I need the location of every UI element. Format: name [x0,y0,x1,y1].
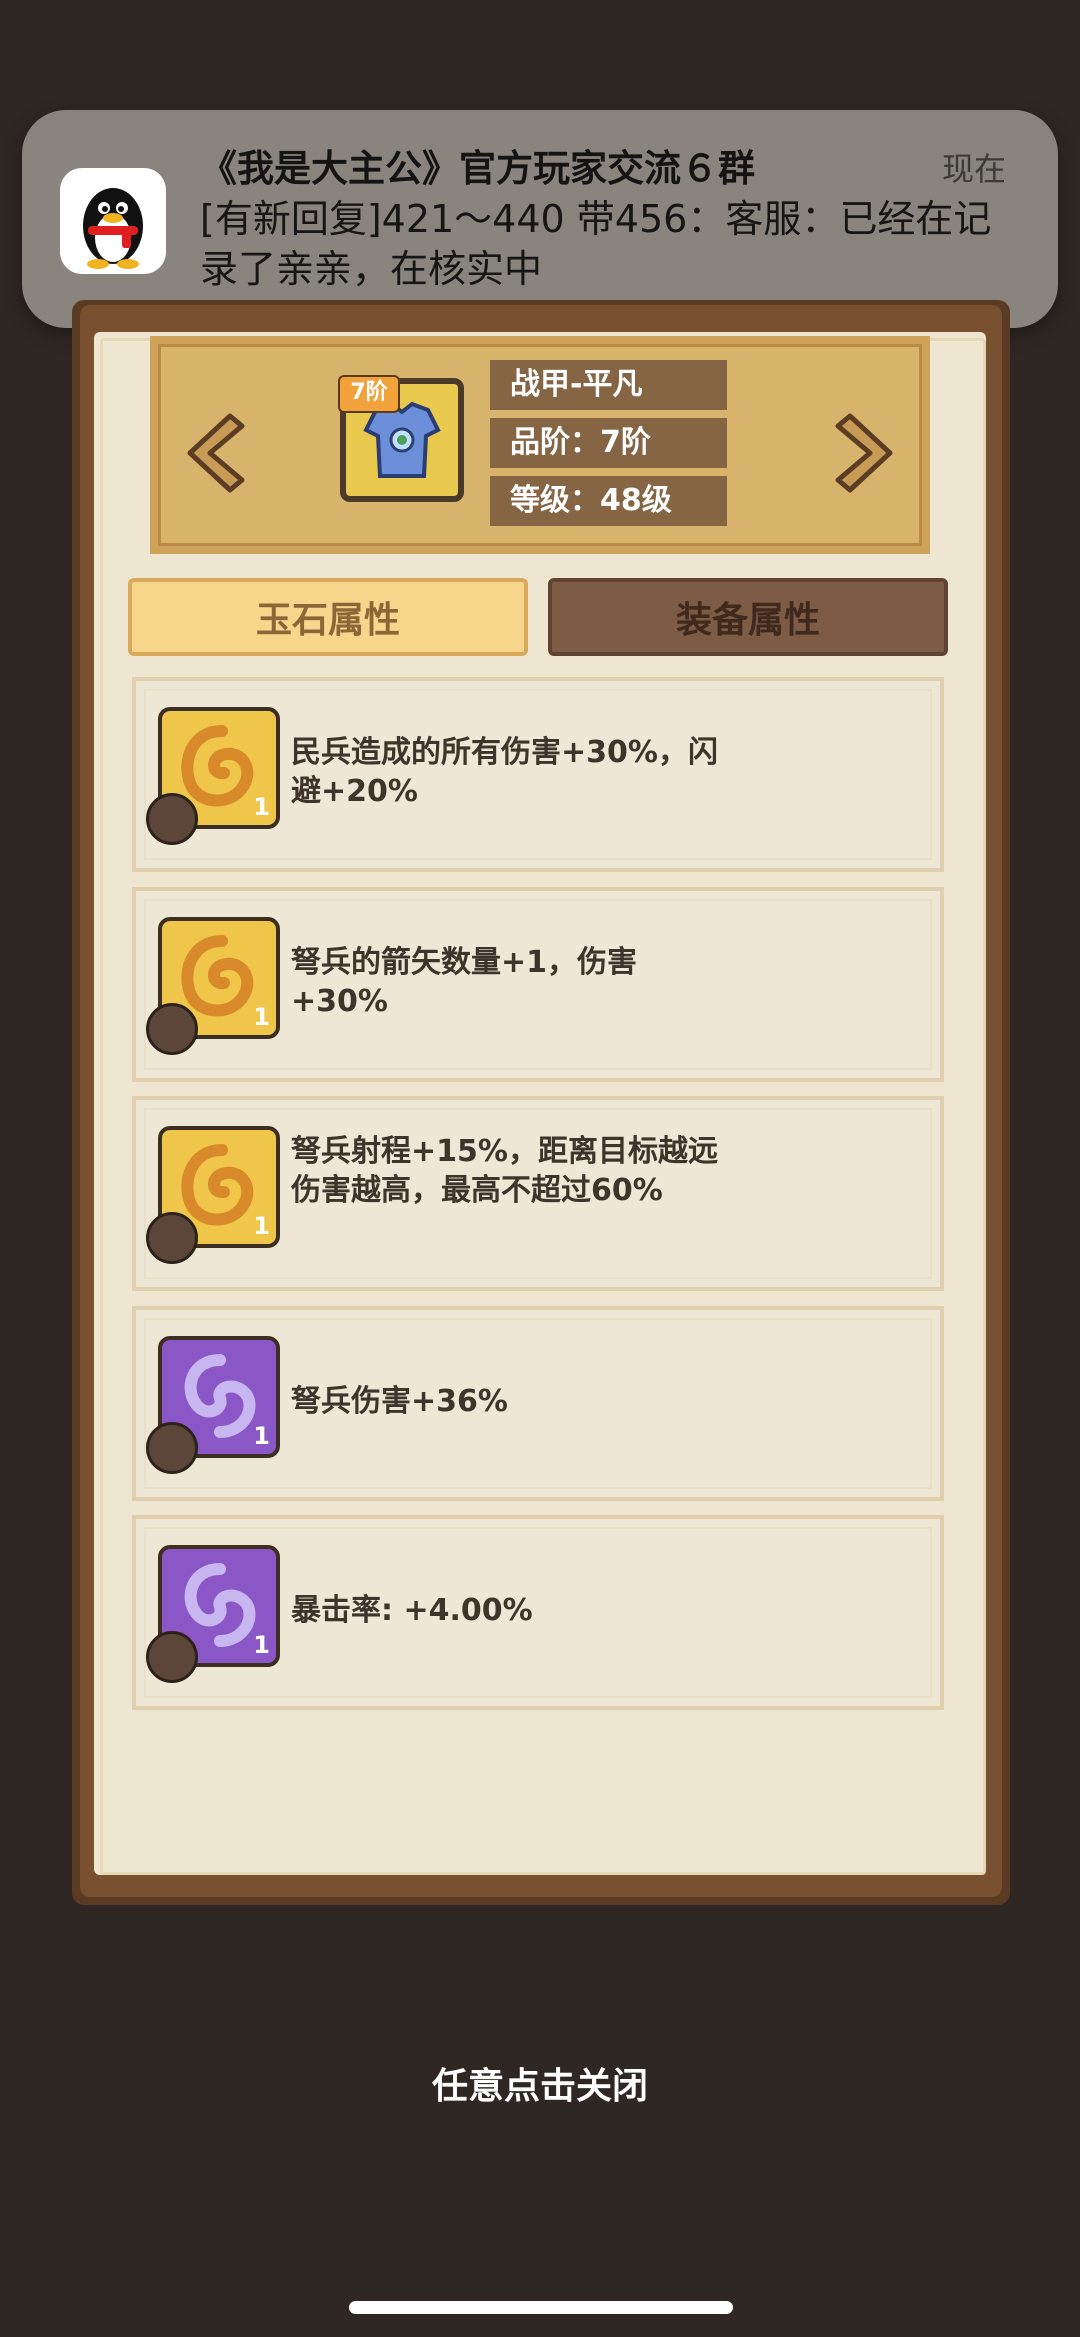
attribute-text: 暴击率: +4.00% [291,1593,533,1628]
gem-count: 1 [253,1003,270,1031]
gem-count: 1 [253,1212,270,1240]
equipment-name: 战甲-平凡 [490,360,727,410]
qq-penguin-icon [60,168,166,274]
tap-to-close-hint[interactable]: 任意点击关闭 [0,2057,1080,2109]
attribute-card: 1 民兵造成的所有伤害+30%，闪避+20% [132,677,944,872]
pig-icon [146,1212,198,1264]
pig-icon [146,1003,198,1055]
pig-icon [146,793,198,845]
attribute-card: 1 弩兵射程+15%，距离目标越远伤害越高，最高不超过60% [132,1096,944,1291]
notification-title: 《我是大主公》官方玩家交流６群 [200,147,755,190]
equipment-level: 等级：48级 [490,476,727,526]
attribute-card: 1 弩兵伤害+36% [132,1306,944,1501]
attribute-text: 弩兵伤害+36% [291,1384,508,1419]
tab-equipment-attributes[interactable]: 装备属性 [548,578,948,656]
grade-badge: 7阶 [338,375,400,413]
equipment-grade: 品阶：7阶 [490,418,727,468]
attribute-text: 弩兵射程+15%，距离目标越远伤害越高，最高不超过60% [291,1134,718,1208]
gem-count: 1 [253,1631,270,1659]
pig-icon [146,1631,198,1683]
next-arrow-icon[interactable] [830,408,900,498]
pig-icon [146,1422,198,1474]
previous-arrow-icon[interactable] [180,408,250,498]
attribute-card: 1 暴击率: +4.00% [132,1515,944,1710]
attribute-text: 民兵造成的所有伤害+30%，闪避+20% [291,735,718,809]
notification-body: [有新回复]421～440 带456：客服：已经在记录了亲亲，在核实中 [200,197,992,291]
tab-jade-attributes[interactable]: 玉石属性 [128,578,528,656]
attribute-card: 1 弩兵的箭矢数量+1，伤害+30% [132,887,944,1082]
gem-count: 1 [253,793,270,821]
notification-time: 现在 [941,150,1006,188]
notification-banner[interactable]: 《我是大主公》官方玩家交流６群 现在 [有新回复]421～440 带456：客服… [22,110,1058,328]
home-indicator[interactable] [349,2301,733,2314]
attribute-text: 弩兵的箭矢数量+1，伤害+30% [291,945,638,1019]
gem-count: 1 [253,1422,270,1450]
